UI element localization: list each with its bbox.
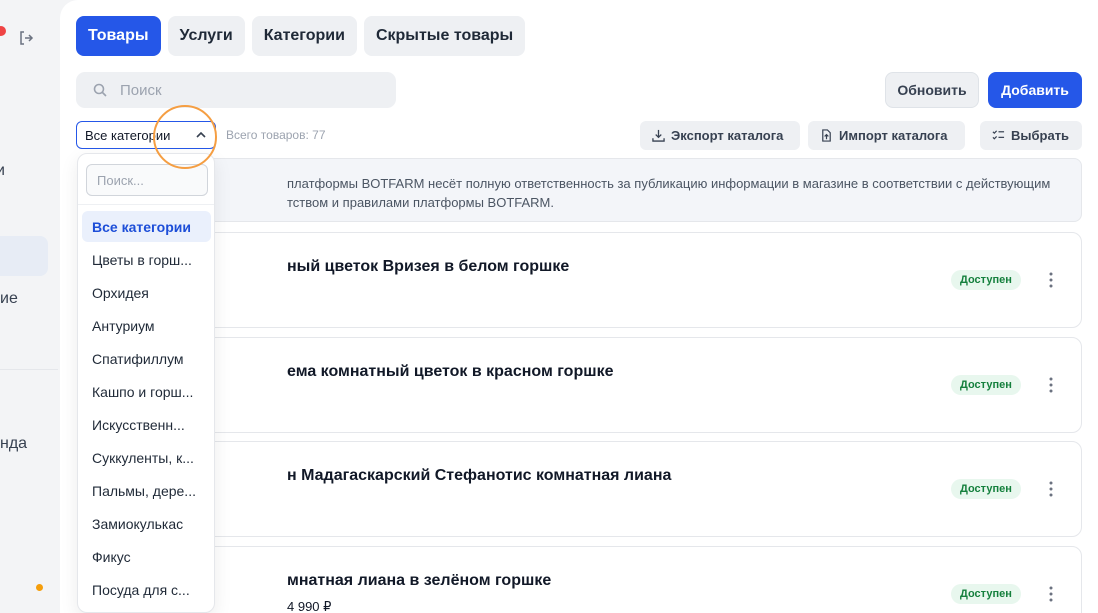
dropdown-option[interactable]: Посуда для с... xyxy=(82,574,211,605)
notice-line: тством и правилами платформы BOTFARM. xyxy=(287,195,554,210)
dropdown-option[interactable]: Суккуленты, к... xyxy=(82,442,211,473)
sidebar-divider xyxy=(0,369,58,370)
dropdown-option[interactable]: Искусственн... xyxy=(82,409,211,440)
dropdown-option[interactable]: Спатифиллум xyxy=(82,343,211,374)
export-catalog-button[interactable]: Экспорт каталога xyxy=(640,121,800,150)
export-catalog-label: Экспорт каталога xyxy=(671,128,784,143)
product-card[interactable]: н Мадагаскарский Стефанотис комнатная ли… xyxy=(206,441,1082,537)
dropdown-option[interactable]: Фикус xyxy=(82,541,211,572)
dropdown-search-input[interactable]: Поиск... xyxy=(86,164,208,196)
sidebar-item-fragment[interactable]: и xyxy=(0,162,5,180)
product-title: мнатная лиана в зелёном горшке xyxy=(287,572,552,589)
product-card[interactable]: мнатная лиана в зелёном горшке 4 990 ₽ Д… xyxy=(206,546,1082,613)
search-input[interactable]: Поиск xyxy=(76,72,396,108)
import-catalog-label: Импорт каталога xyxy=(839,128,948,143)
dropdown-option[interactable]: Все категории xyxy=(82,211,211,242)
sidebar-item-active[interactable] xyxy=(0,236,48,276)
download-icon xyxy=(652,129,665,142)
total-count: Всего товаров: 77 xyxy=(226,128,326,142)
product-title: ема комнатный цветок в красном горшке xyxy=(287,363,614,380)
tab-services[interactable]: Услуги xyxy=(167,16,245,56)
product-card[interactable]: ема комнатный цветок в красном горшке До… xyxy=(206,337,1082,433)
checklist-icon xyxy=(992,130,1005,140)
product-price: 4 990 ₽ xyxy=(287,599,332,613)
dropdown-divider xyxy=(78,204,214,205)
more-options-icon[interactable] xyxy=(1043,480,1059,498)
tab-hidden-products[interactable]: Скрытые товары xyxy=(363,16,526,56)
sidebar-item-fragment[interactable]: нда xyxy=(0,435,27,453)
dropdown-option[interactable]: Замиокулькас xyxy=(82,508,211,539)
dropdown-option[interactable]: Пальмы, дере... xyxy=(82,475,211,506)
more-options-icon[interactable] xyxy=(1043,585,1059,603)
logout-icon[interactable] xyxy=(18,30,34,46)
tab-products[interactable]: Товары xyxy=(76,16,161,56)
dropdown-option[interactable]: Орхидея xyxy=(82,277,211,308)
notice-line: платформы BOTFARM несёт полную ответстве… xyxy=(287,176,1051,191)
sidebar: и ие нда xyxy=(0,0,60,613)
status-badge: Доступен xyxy=(951,270,1021,290)
tab-categories[interactable]: Категории xyxy=(251,16,357,56)
import-catalog-button[interactable]: Импорт каталога xyxy=(808,121,965,150)
dropdown-option[interactable]: Цветы в горш... xyxy=(82,244,211,275)
search-icon xyxy=(93,83,107,97)
highlight-ring xyxy=(153,105,217,169)
status-dot xyxy=(36,584,43,591)
notice-banner: платформы BOTFARM несёт полную ответстве… xyxy=(206,158,1082,222)
select-mode-button[interactable]: Выбрать xyxy=(980,121,1082,150)
category-dropdown: Поиск... Все категории Цветы в горш... О… xyxy=(77,153,215,613)
product-title: н Мадагаскарский Стефанотис комнатная ли… xyxy=(287,467,672,484)
status-badge: Доступен xyxy=(951,375,1021,395)
sidebar-item-fragment[interactable]: ие xyxy=(0,290,18,308)
status-badge: Доступен xyxy=(951,584,1021,604)
more-options-icon[interactable] xyxy=(1043,271,1059,289)
select-mode-label: Выбрать xyxy=(1011,128,1070,143)
add-button[interactable]: Добавить xyxy=(988,72,1082,108)
status-badge: Доступен xyxy=(951,479,1021,499)
main-panel: Товары Услуги Категории Скрытые товары П… xyxy=(60,0,1098,613)
search-placeholder: Поиск xyxy=(120,81,162,99)
tab-bar: Товары Услуги Категории Скрытые товары xyxy=(76,16,526,56)
product-card[interactable]: ный цветок Вризея в белом горшке Доступе… xyxy=(206,232,1082,328)
refresh-button[interactable]: Обновить xyxy=(885,72,979,108)
file-upload-icon xyxy=(822,129,831,142)
dropdown-option[interactable]: Кашпо и горш... xyxy=(82,376,211,407)
more-options-icon[interactable] xyxy=(1043,376,1059,394)
notification-dot xyxy=(0,26,6,36)
product-title: ный цветок Вризея в белом горшке xyxy=(287,258,570,275)
dropdown-option[interactable]: Антуриум xyxy=(82,310,211,341)
